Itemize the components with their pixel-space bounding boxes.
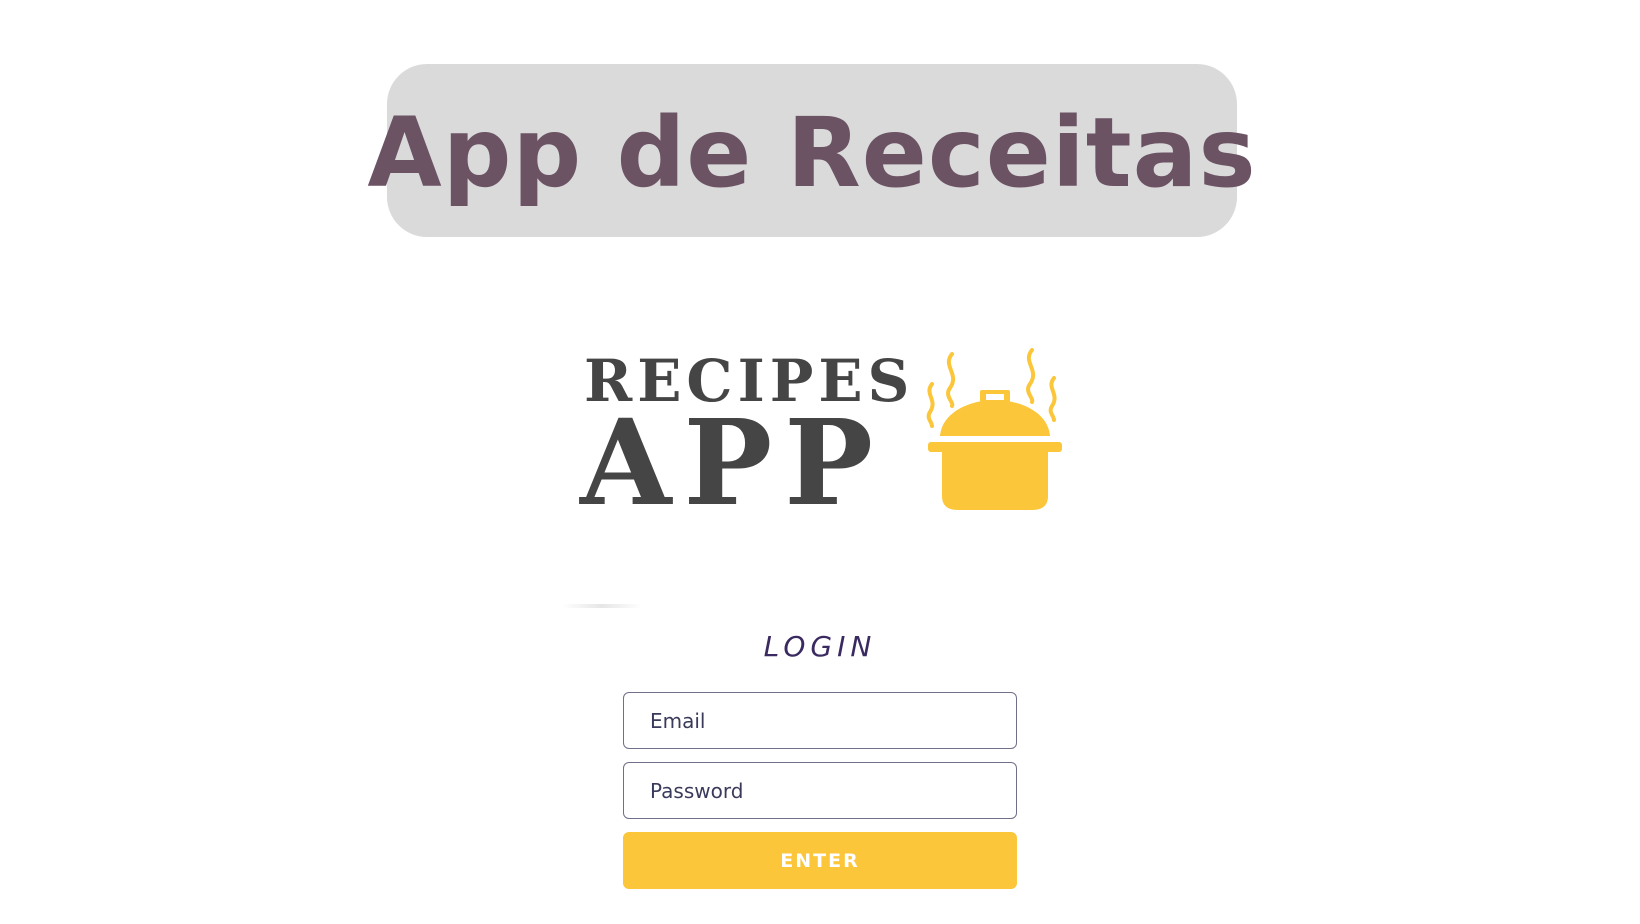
cooking-pot-icon (926, 348, 1062, 510)
login-page: App de Receitas RECIPES APP LOGIN ENTER (0, 0, 1640, 924)
logo-text-line2: APP (580, 393, 886, 532)
password-field[interactable] (623, 762, 1017, 819)
page-title: App de Receitas (367, 96, 1257, 209)
enter-button[interactable]: ENTER (623, 832, 1017, 889)
email-field[interactable] (623, 692, 1017, 749)
login-heading: LOGIN (763, 630, 877, 663)
title-banner: App de Receitas (367, 64, 1256, 237)
divider (562, 604, 642, 608)
recipes-app-logo: RECIPES APP (580, 348, 1080, 532)
